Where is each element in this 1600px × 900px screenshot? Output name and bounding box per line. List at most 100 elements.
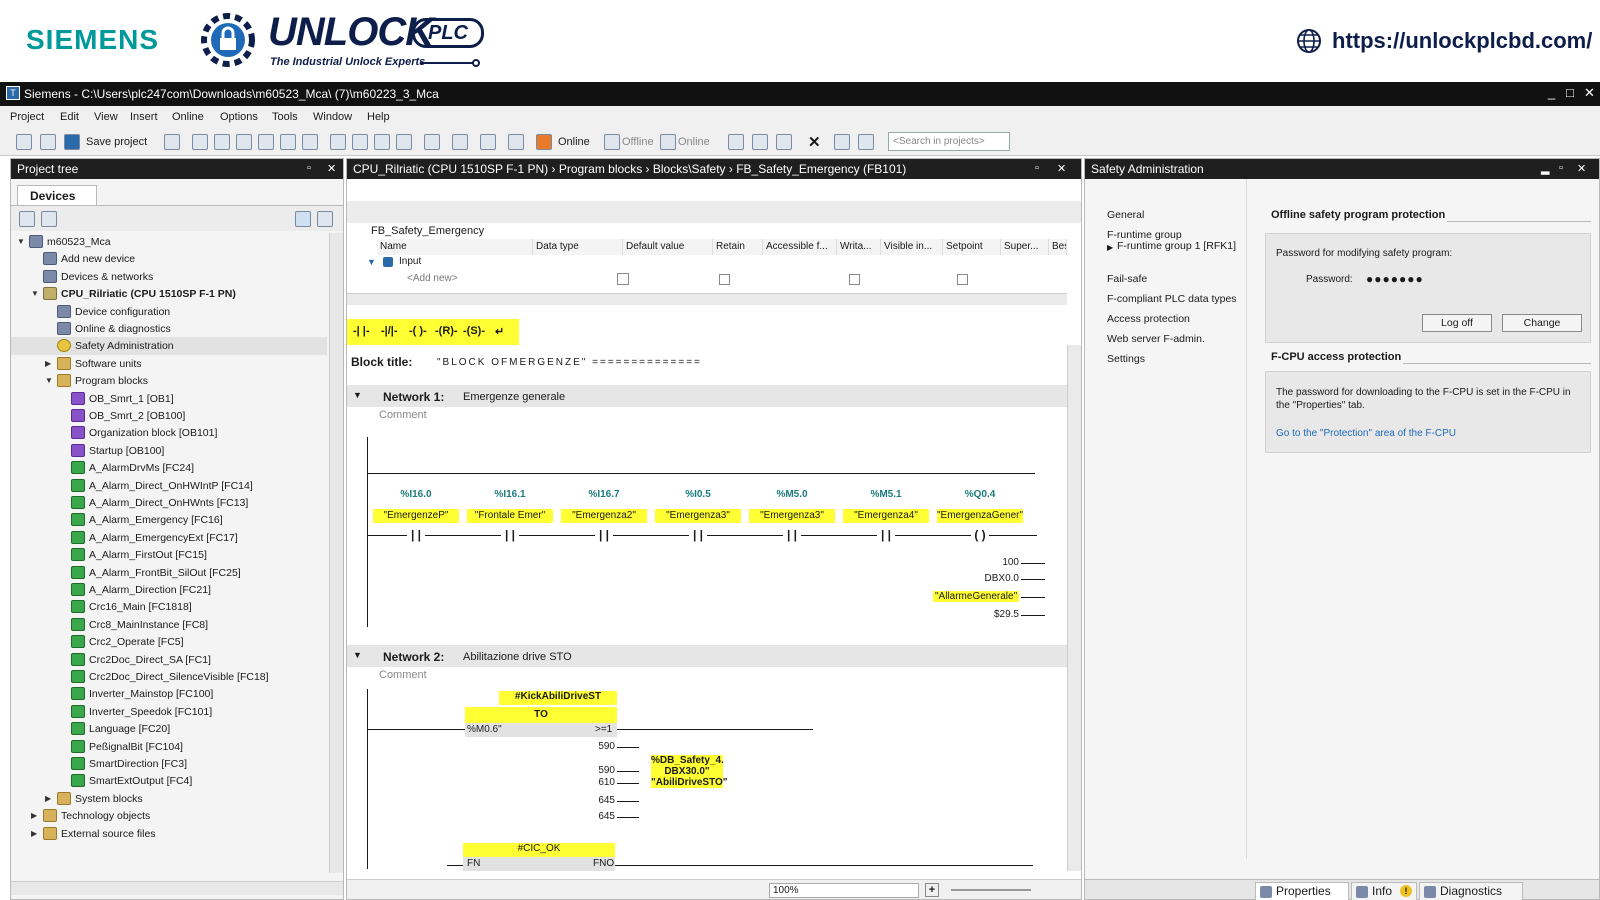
- split-horizontal-icon[interactable]: [752, 134, 768, 150]
- tree-item[interactable]: ▼ Program blocks: [11, 372, 327, 390]
- network-1-header[interactable]: ▼ Network 1: Emergenze generale: [347, 385, 1067, 407]
- restore-editor-icon[interactable]: [858, 134, 874, 150]
- contact-symbol[interactable]: | |: [783, 527, 801, 543]
- contact-tag[interactable]: "Emergenza4": [843, 509, 929, 523]
- menu-window[interactable]: Window: [313, 111, 352, 123]
- open-project-icon[interactable]: [40, 134, 56, 150]
- contact-tag[interactable]: "EmergenzaGener": [937, 509, 1023, 523]
- tree-item[interactable]: A_Alarm_Direct_OnHWnts [FC13]: [11, 494, 327, 512]
- cic-ok-block[interactable]: #CIC_OK: [463, 843, 615, 857]
- menu-online[interactable]: Online: [172, 111, 204, 123]
- contact-symbol[interactable]: | |: [407, 527, 425, 543]
- expand-icon[interactable]: ▶: [45, 359, 51, 368]
- safety-float-icon[interactable]: ▫: [1559, 162, 1563, 174]
- col-extra[interactable]: Bes: [1049, 239, 1067, 255]
- network-2-header[interactable]: ▼ Network 2: Abilitazione drive STO: [347, 645, 1067, 667]
- col-name[interactable]: Name: [377, 239, 533, 255]
- tree-item[interactable]: Safety Administration: [11, 337, 327, 356]
- tree-item[interactable]: ▶ External source files: [11, 825, 327, 843]
- tab-properties[interactable]: Properties: [1255, 882, 1349, 900]
- go-offline-button[interactable]: Offline: [622, 136, 654, 148]
- tree-item[interactable]: Add new device: [11, 250, 327, 268]
- cross-reference-icon[interactable]: [728, 134, 744, 150]
- contact-tag[interactable]: "Emergenza3": [655, 509, 741, 523]
- col-accessible[interactable]: Accessible f...: [763, 239, 837, 255]
- setpoint-checkbox[interactable]: [957, 274, 968, 285]
- network-1-title[interactable]: Emergenze generale: [463, 391, 565, 403]
- log-off-button[interactable]: Log off: [1422, 314, 1492, 332]
- undo-icon[interactable]: [280, 134, 296, 150]
- close-panel-icon[interactable]: ✕: [327, 162, 336, 175]
- coil-symbol[interactable]: ( ): [971, 527, 989, 543]
- contact-symbol[interactable]: | |: [689, 527, 707, 543]
- split-vertical-icon[interactable]: [776, 134, 792, 150]
- protection-area-link[interactable]: Go to the "Protection" area of the F-CPU: [1276, 428, 1456, 439]
- collapse-network-2-icon[interactable]: ▼: [353, 650, 362, 660]
- expand-icon[interactable]: ▶: [31, 811, 37, 820]
- tree-item[interactable]: ▶ Technology objects: [11, 807, 327, 825]
- contact-address[interactable]: %I16.0: [381, 489, 451, 500]
- nav-fail-safe[interactable]: Fail-safe: [1107, 273, 1147, 285]
- tab-info[interactable]: Info !: [1351, 882, 1417, 900]
- menu-help[interactable]: Help: [367, 111, 390, 123]
- tree-item[interactable]: A_Alarm_Direct_OnHWIntP [FC14]: [11, 477, 327, 495]
- timer-input[interactable]: %M0.6": [467, 724, 502, 735]
- maximize-button[interactable]: □: [1566, 85, 1574, 100]
- col-writable[interactable]: Writa...: [837, 239, 881, 255]
- tree-item[interactable]: Crc2_Operate [FC5]: [11, 633, 327, 651]
- collapse-network-1-icon[interactable]: ▼: [353, 390, 362, 400]
- tree-item[interactable]: A_Alarm_FrontBit_SilOut [FC25]: [11, 564, 327, 582]
- tree-item[interactable]: Crc8_MainInstance [FC8]: [11, 616, 327, 634]
- reset-coil-icon[interactable]: -(R)-: [435, 325, 458, 337]
- tree-refresh-icon[interactable]: [41, 211, 57, 227]
- go-offline-icon[interactable]: [604, 134, 620, 150]
- new-project-icon[interactable]: [16, 134, 32, 150]
- contact-address[interactable]: %I16.7: [569, 489, 639, 500]
- tree-item[interactable]: Online & diagnostics: [11, 320, 327, 338]
- contact-address[interactable]: %M5.0: [757, 489, 827, 500]
- db-tag[interactable]: %DB_Safety_4. DBX30.0" "AbiliDriveSTO": [651, 755, 728, 788]
- tree-item[interactable]: Crc16_Main [FC1818]: [11, 598, 327, 616]
- copy-icon[interactable]: [214, 134, 230, 150]
- simulation-icon[interactable]: [396, 134, 412, 150]
- tree-item[interactable]: PeßignalBit [FC104]: [11, 738, 327, 756]
- nav-web-server[interactable]: Web server F-admin.: [1107, 333, 1205, 345]
- pin-panel-icon[interactable]: ▫: [307, 162, 311, 174]
- tree-item[interactable]: Crc2Doc_Direct_SA [FC1]: [11, 651, 327, 669]
- diagnostics-toolbar-icon[interactable]: [452, 134, 468, 150]
- tree-item[interactable]: Inverter_Speedok [FC101]: [11, 703, 327, 721]
- accessible-devices-icon[interactable]: [480, 134, 496, 150]
- contact-address[interactable]: %M5.1: [851, 489, 921, 500]
- coil-icon[interactable]: -( )-: [409, 325, 427, 337]
- tab-devices[interactable]: Devices: [17, 185, 97, 205]
- nav-f-compliant-types[interactable]: F-compliant PLC data types: [1107, 293, 1237, 305]
- tree-item[interactable]: Organization block [OB101]: [11, 424, 327, 442]
- project-tree-scrollbar[interactable]: [329, 233, 343, 873]
- maximize-editor-icon[interactable]: [834, 134, 850, 150]
- expand-icon[interactable]: ▶: [31, 829, 37, 838]
- editor-vscrollbar[interactable]: [1067, 345, 1081, 871]
- col-setpoint[interactable]: Setpoint: [943, 239, 1001, 255]
- col-retain[interactable]: Retain: [713, 239, 763, 255]
- nav-f-runtime-group-1[interactable]: F-runtime group 1 [RFK1]: [1117, 241, 1237, 252]
- contact-tag[interactable]: "Emergenza2": [561, 509, 647, 523]
- tab-diagnostics[interactable]: Diagnostics: [1419, 882, 1523, 900]
- contact-symbol[interactable]: | |: [501, 527, 519, 543]
- contact-tag[interactable]: "EmergenzeP": [373, 509, 459, 523]
- tree-item[interactable]: OB_Smrt_1 [OB1]: [11, 390, 327, 408]
- writable-checkbox[interactable]: [849, 274, 860, 285]
- project-tree-hscrollbar[interactable]: [11, 881, 343, 895]
- tree-item[interactable]: A_Alarm_Emergency [FC16]: [11, 511, 327, 529]
- tree-item[interactable]: ▶ System blocks: [11, 790, 327, 808]
- collapse-icon[interactable]: ▼: [31, 289, 39, 298]
- col-visible[interactable]: Visible in...: [881, 239, 943, 255]
- branch-icon[interactable]: ↵: [495, 325, 504, 338]
- print-icon[interactable]: [164, 134, 180, 150]
- minimize-button[interactable]: _: [1548, 85, 1555, 100]
- close-editor-icon[interactable]: ✕: [808, 133, 821, 151]
- interface-hscrollbar[interactable]: [347, 293, 1067, 305]
- start-simulation-icon[interactable]: [508, 134, 524, 150]
- go-online-button[interactable]: Online: [558, 136, 590, 148]
- contact-symbol[interactable]: | |: [595, 527, 613, 543]
- detail-view-icon[interactable]: [317, 211, 333, 227]
